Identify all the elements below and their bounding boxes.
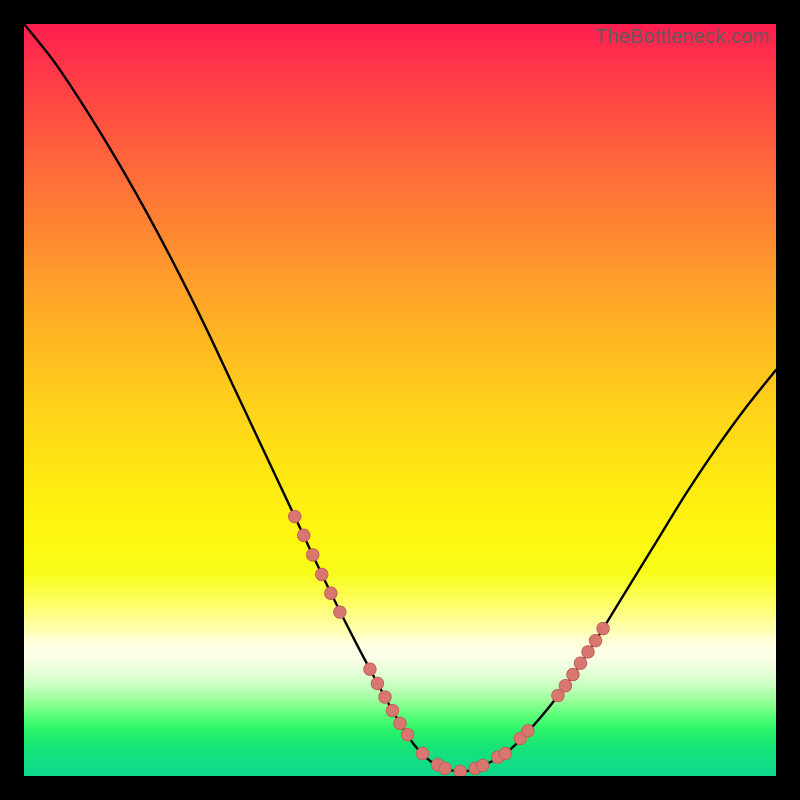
curve-marker xyxy=(394,717,406,729)
curve-marker xyxy=(477,759,489,771)
curve-marker xyxy=(499,747,511,759)
curve-marker xyxy=(289,510,301,522)
curve-marker xyxy=(454,765,466,776)
curve-marker xyxy=(307,549,319,561)
curve-marker xyxy=(522,725,534,737)
curve-marker xyxy=(325,587,337,599)
curve-marker xyxy=(439,762,451,774)
curve-marker xyxy=(386,704,398,716)
curve-marker xyxy=(334,606,346,618)
bottleneck-curve xyxy=(24,24,776,771)
curve-marker xyxy=(379,691,391,703)
curve-marker xyxy=(364,663,376,675)
watermark-text: TheBottleneck.com xyxy=(595,26,770,49)
chart-svg xyxy=(24,24,776,776)
curve-marker xyxy=(589,634,601,646)
curve-marker xyxy=(559,680,571,692)
curve-marker xyxy=(416,747,428,759)
curve-marker xyxy=(582,646,594,658)
curve-marker xyxy=(371,677,383,689)
curve-marker xyxy=(316,568,328,580)
chart-frame: TheBottleneck.com xyxy=(24,24,776,776)
curve-marker xyxy=(567,668,579,680)
curve-marker xyxy=(574,657,586,669)
curve-marker xyxy=(597,622,609,634)
curve-markers xyxy=(289,510,610,776)
curve-marker xyxy=(401,728,413,740)
curve-marker xyxy=(298,529,310,541)
